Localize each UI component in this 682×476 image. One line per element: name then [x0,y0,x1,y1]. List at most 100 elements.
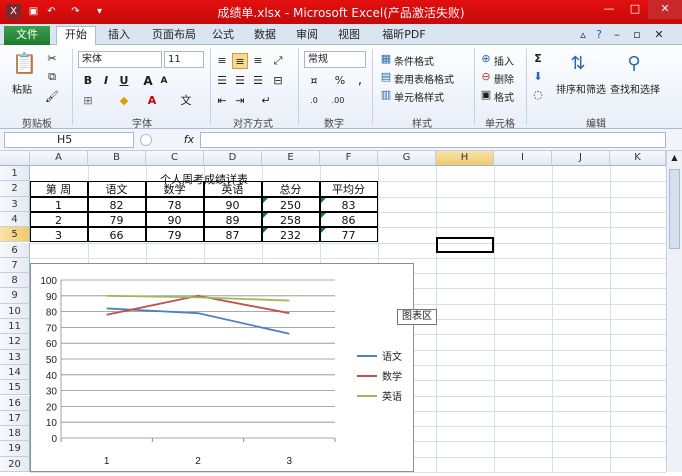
table-header-cell[interactable]: 数学 [145,181,204,197]
increase-decimal-icon[interactable]: .0 [306,93,322,109]
table-cell[interactable]: 2 [29,211,88,228]
row-header-12[interactable]: 12 [0,334,30,350]
row-header-16[interactable]: 16 [0,395,30,411]
format-cells-icon[interactable]: ▣ [478,87,494,103]
column-header-a[interactable]: A [30,151,88,166]
phonetic-button[interactable]: 文 [178,93,194,109]
increase-indent-icon[interactable]: ⇥ [232,93,248,109]
help-icon[interactable]: ? [592,27,606,45]
scroll-up-icon[interactable]: ▲ [669,153,680,163]
font-color-button[interactable]: A [144,93,160,109]
table-cell[interactable]: 82 [87,196,146,212]
row-header-5[interactable]: 5 [0,227,30,243]
table-cell[interactable]: 250 [261,196,320,212]
find-select-icon[interactable]: ⚲ [622,53,646,77]
row-header-7[interactable]: 7 [0,257,30,274]
table-cell[interactable]: 87 [203,227,262,243]
row-header-3[interactable]: 3 [0,196,30,212]
font-name-select[interactable]: 宋体 [78,51,162,68]
column-header-d[interactable]: D [204,151,262,166]
workbook-close-icon[interactable]: ✕ [652,27,666,45]
delete-button[interactable]: 删除 [494,71,514,86]
minimize-ribbon-icon[interactable]: ▵ [576,27,590,45]
column-header-k[interactable]: K [610,151,666,166]
row-header-2[interactable]: 2 [0,181,30,197]
find-select-button[interactable]: 查找和选择 [610,81,660,96]
border-icon[interactable]: ⊞ [80,93,96,109]
tab-data[interactable]: 数据 [248,27,282,45]
minimize-icon[interactable]: — [596,0,622,19]
bold-button[interactable]: B [80,73,96,89]
row-header-10[interactable]: 10 [0,303,30,319]
align-top-icon[interactable]: ≡ [214,53,230,69]
tab-insert[interactable]: 插入 [102,27,136,45]
table-cell[interactable]: 90 [145,211,204,228]
decrease-decimal-icon[interactable]: .00 [330,93,346,109]
tab-view[interactable]: 视图 [332,27,366,45]
fx-button[interactable]: fx [180,132,198,148]
table-header-cell[interactable]: 总分 [261,181,320,197]
column-header-e[interactable]: E [262,151,320,166]
formula-input[interactable] [200,132,666,148]
delete-cells-icon[interactable]: ⊖ [478,69,494,85]
tab-foxit-pdf[interactable]: 福昕PDF [374,27,434,45]
row-header-20[interactable]: 20 [0,456,30,472]
copy-icon[interactable]: ⧉ [44,69,60,85]
table-cell[interactable]: 90 [203,196,262,212]
table-cell[interactable]: 258 [261,211,320,228]
table-header-cell[interactable]: 第 周 [29,181,88,197]
sort-filter-button[interactable]: 排序和筛选 [556,81,606,96]
orientation-icon[interactable]: ⤢ [270,53,286,69]
cell-styles-button[interactable]: 单元格样式 [394,89,444,104]
decrease-indent-icon[interactable]: ⇤ [214,93,230,109]
select-all-corner[interactable] [0,151,30,166]
tab-formulas[interactable]: 公式 [206,27,240,45]
clear-icon[interactable]: ◌ [530,87,546,103]
chart-area[interactable]: 0 10 20 30 40 50 60 70 80 90 100 1 2 3 语文 数学 英语 [30,263,414,472]
table-cell[interactable]: 86 [319,211,378,228]
restore-icon[interactable]: – [610,27,624,45]
format-button[interactable]: 格式 [494,89,514,104]
table-cell[interactable]: 83 [319,196,378,212]
fill-icon[interactable]: ⬇ [530,69,546,85]
font-size-select[interactable]: 11 [164,51,204,68]
column-header-i[interactable]: I [494,151,552,166]
conditional-format-icon[interactable]: ▦ [378,51,394,67]
expand-namebox-icon[interactable] [140,134,152,146]
name-box[interactable]: H5 [4,132,134,148]
tab-page-layout[interactable]: 页面布局 [146,27,202,45]
align-middle-icon[interactable]: ≡ [232,53,248,69]
cell-styles-icon[interactable]: ▥ [378,87,394,103]
table-cell[interactable]: 77 [319,227,378,243]
row-header-14[interactable]: 14 [0,364,30,381]
table-cell[interactable]: 3 [29,227,88,243]
column-header-g[interactable]: G [378,151,436,166]
tab-file[interactable]: 文件 [4,26,50,45]
row-header-11[interactable]: 11 [0,319,30,335]
row-header-9[interactable]: 9 [0,288,30,304]
shrink-font-icon[interactable]: A [156,73,172,89]
vertical-scrollbar[interactable]: ▲ [666,151,682,472]
align-center-icon[interactable]: ☰ [232,73,248,89]
row-header-17[interactable]: 17 [0,410,30,427]
row-header-15[interactable]: 15 [0,380,30,396]
table-cell[interactable]: 78 [145,196,204,212]
column-header-f[interactable]: F [320,151,378,166]
align-bottom-icon[interactable]: ≡ [250,53,266,69]
align-left-icon[interactable]: ☰ [214,73,230,89]
format-as-table-button[interactable]: 套用表格格式 [394,71,454,86]
merge-center-icon[interactable]: ⊟ [270,73,286,89]
percent-button[interactable]: % [332,73,348,89]
row-header-13[interactable]: 13 [0,349,30,365]
align-right-icon[interactable]: ☰ [250,73,266,89]
table-header-cell[interactable]: 英语 [203,181,262,197]
row-header-6[interactable]: 6 [0,242,30,258]
tab-home[interactable]: 开始 [56,26,96,46]
selected-cell-h5[interactable] [436,237,494,253]
underline-button[interactable]: U [116,73,132,89]
column-header-c[interactable]: C [146,151,204,166]
format-table-icon[interactable]: ▤ [378,69,394,85]
close-icon[interactable]: ✕ [648,0,682,19]
table-cell[interactable]: 66 [87,227,146,243]
table-header-cell[interactable]: 平均分 [319,181,378,197]
